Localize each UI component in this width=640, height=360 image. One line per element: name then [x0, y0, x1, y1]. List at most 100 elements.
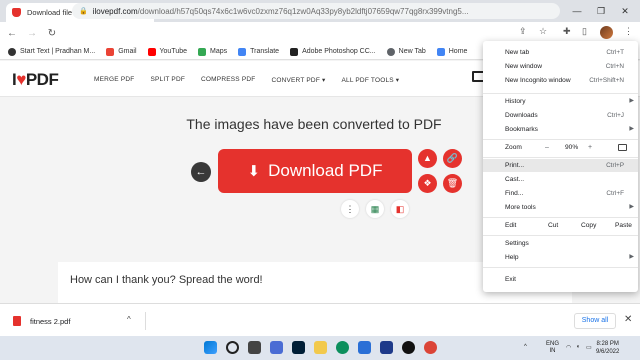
submenu-arrow-icon: ▶	[629, 254, 634, 260]
volume-icon[interactable]: ◖	[576, 344, 580, 350]
url-text: ilovepdf.com/download/h57q50qs74x6c1w6vc…	[92, 6, 469, 16]
chrome-menu: New tab Ctrl+T New window Ctrl+N New Incog…	[483, 41, 638, 292]
bookmark-item[interactable]: Translate	[238, 47, 279, 56]
fullscreen-icon[interactable]	[618, 144, 627, 151]
menu-new-tab[interactable]: New tab Ctrl+T	[483, 46, 638, 59]
bookmark-item[interactable]: New Tab	[386, 47, 426, 56]
bookmark-item[interactable]: YouTube	[147, 47, 187, 56]
globe-icon	[386, 47, 395, 56]
nav-split-pdf[interactable]: SPLIT PDF	[150, 76, 185, 84]
system-clock[interactable]: 8:28 PM 9/6/2022	[596, 340, 619, 356]
menu-new-window[interactable]: New window Ctrl+N	[483, 60, 638, 73]
download-icon: ⬇	[247, 163, 261, 180]
nav-merge-pdf[interactable]: MERGE PDF	[94, 76, 134, 84]
shelf-close-icon[interactable]: ✕	[624, 314, 632, 325]
google-drive-icon[interactable]: ▲	[418, 149, 437, 168]
profile-avatar[interactable]	[600, 26, 613, 39]
download-label: Download PDF	[268, 161, 383, 180]
menu-cast[interactable]: Cast...	[483, 173, 638, 186]
address-bar[interactable]: 🔒 ilovepdf.com/download/h57q50qs74x6c1w6…	[72, 3, 560, 19]
wifi-icon[interactable]: ◠	[566, 344, 571, 351]
menu-new-incognito[interactable]: New Incognito window Ctrl+Shift+N	[483, 74, 638, 87]
site-nav: MERGE PDF SPLIT PDF COMPRESS PDF CONVERT…	[94, 76, 415, 84]
menu-kebab-icon[interactable]: ⋮	[624, 26, 633, 37]
bookmark-item[interactable]: Adobe Photoshop CC...	[290, 47, 376, 56]
forward-icon[interactable]: →	[24, 28, 40, 39]
pdf-file-icon	[13, 316, 21, 326]
convert-icon[interactable]: ◧	[391, 200, 409, 218]
lock-icon[interactable]: 🔒	[79, 7, 88, 15]
menu-exit[interactable]: Exit	[483, 273, 638, 286]
bookmark-star-icon[interactable]: ☆	[539, 26, 547, 37]
app-icon[interactable]	[402, 341, 415, 354]
menu-downloads[interactable]: Downloads Ctrl+J	[483, 109, 638, 122]
menu-edit-row: Edit Cut Copy Paste	[483, 219, 638, 232]
windows-taskbar: ^ ENG IN ◠ ◖ ▭ 8:28 PM 9/6/2022	[0, 336, 640, 360]
side-panel-icon[interactable]: ▯	[582, 26, 587, 37]
submenu-arrow-icon: ▶	[629, 204, 634, 210]
github-icon	[8, 47, 16, 56]
nav-compress-pdf[interactable]: COMPRESS PDF	[201, 76, 255, 84]
bookmark-item[interactable]: Start Text | Pradhan M...	[8, 47, 95, 56]
bookmark-item[interactable]: Home	[436, 47, 467, 56]
windows-start-icon[interactable]	[204, 341, 217, 354]
bookmark-item[interactable]: Maps	[198, 47, 227, 56]
more-options-icon[interactable]: ⋮	[341, 200, 359, 218]
app-icon[interactable]	[380, 341, 393, 354]
menu-separator	[483, 93, 638, 94]
store-icon[interactable]	[358, 341, 371, 354]
chevron-up-icon[interactable]: ^	[127, 315, 131, 324]
menu-settings[interactable]: Settings	[483, 237, 638, 250]
maximize-icon[interactable]: ❐	[590, 0, 612, 22]
menu-print[interactable]: Print... Ctrl+P	[483, 159, 638, 172]
menu-help[interactable]: Help ▶	[483, 251, 638, 264]
zoom-level: 90%	[565, 144, 579, 151]
excel-icon[interactable]: ▦	[366, 200, 384, 218]
chevron-up-icon[interactable]: ^	[524, 344, 527, 350]
nav-all-pdf-tools[interactable]: ALL PDF TOOLS ▾	[341, 76, 399, 84]
zoom-out-button[interactable]: –	[545, 141, 549, 154]
photoshop-icon	[290, 47, 299, 56]
back-icon[interactable]: ←	[4, 28, 20, 39]
zoom-in-button[interactable]: +	[588, 141, 592, 154]
delete-icon[interactable]: 🗑	[443, 174, 462, 193]
download-filename[interactable]: fitness 2.pdf	[30, 317, 70, 326]
menu-more-tools[interactable]: More tools ▶	[483, 201, 638, 214]
downloads-shelf: fitness 2.pdf ^ Show all ✕	[0, 303, 640, 336]
back-arrow-button[interactable]: ←	[191, 162, 211, 182]
search-icon[interactable]	[226, 341, 239, 354]
menu-separator	[483, 267, 638, 268]
photoshop-taskbar-icon[interactable]	[292, 341, 305, 354]
menu-paste[interactable]: Paste	[615, 219, 632, 232]
show-all-button[interactable]: Show all	[574, 313, 616, 329]
menu-separator	[483, 157, 638, 158]
menu-zoom: Zoom – 90% +	[483, 141, 638, 154]
share-link-icon[interactable]: 🔗	[443, 149, 462, 168]
dropbox-icon[interactable]: ❖	[418, 174, 437, 193]
reload-icon[interactable]: ↻	[44, 28, 60, 39]
gmail-icon	[106, 47, 115, 56]
file-explorer-icon[interactable]	[314, 341, 327, 354]
menu-bookmarks[interactable]: Bookmarks ▶	[483, 123, 638, 136]
ilovepdf-logo[interactable]: I♥PDF	[12, 70, 59, 90]
home-icon	[436, 47, 445, 56]
menu-cut[interactable]: Cut	[548, 219, 558, 232]
minimize-icon[interactable]: —	[566, 0, 588, 22]
menu-history[interactable]: History ▶	[483, 95, 638, 108]
widgets-icon[interactable]	[270, 341, 283, 354]
bookmark-item[interactable]: Gmail	[106, 47, 137, 56]
menu-copy[interactable]: Copy	[581, 219, 596, 232]
extensions-icon[interactable]: ✚	[563, 26, 571, 37]
share-icon[interactable]: ⇪	[519, 26, 527, 37]
edge-icon[interactable]	[336, 341, 349, 354]
nav-convert-pdf[interactable]: CONVERT PDF ▾	[271, 76, 325, 84]
share-heading: How can I thank you? Spread the word!	[70, 274, 263, 286]
battery-icon[interactable]: ▭	[586, 344, 592, 351]
window-close-icon[interactable]: ✕	[614, 0, 636, 22]
menu-find[interactable]: Find... Ctrl+F	[483, 187, 638, 200]
download-pdf-button[interactable]: ⬇ Download PDF	[218, 149, 412, 193]
task-view-icon[interactable]	[248, 341, 261, 354]
heart-icon: ♥	[16, 70, 26, 89]
chrome-icon[interactable]	[424, 341, 437, 354]
language-indicator[interactable]: ENG IN	[546, 341, 559, 355]
